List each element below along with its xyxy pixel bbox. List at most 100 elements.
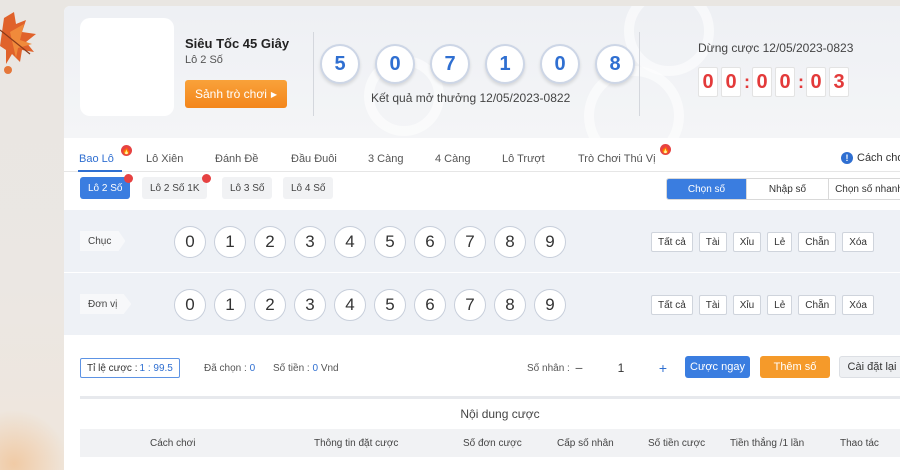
tab-danh-de[interactable]: Đánh Đề: [215, 153, 258, 165]
tab-dau-duoi[interactable]: Đầu Đuôi: [291, 153, 337, 165]
select-odd-button[interactable]: Lẻ: [767, 232, 793, 252]
select-even-button[interactable]: Chẵn: [798, 232, 837, 252]
lobby-button[interactable]: Sảnh trò chơi ▶: [185, 80, 287, 108]
number-ball[interactable]: 8: [494, 226, 526, 258]
number-ball[interactable]: 1: [214, 289, 246, 321]
select-odd-button[interactable]: Lẻ: [767, 295, 793, 315]
column-header: Cấp số nhân: [557, 438, 614, 449]
clear-button[interactable]: Xóa: [842, 295, 874, 315]
number-ball[interactable]: 5: [374, 289, 406, 321]
tab-bao-lo[interactable]: Bao Lô: [79, 153, 114, 165]
select-small-button[interactable]: Xỉu: [732, 295, 762, 315]
how-to-play-label: Cách chơi: [857, 152, 900, 164]
hot-icon: [202, 174, 211, 183]
multiplier-label: Số nhân :: [527, 363, 570, 374]
game-logo: [80, 18, 174, 116]
selected-value: 0: [249, 363, 256, 374]
tab-lo-truot[interactable]: Lô Trượt: [502, 153, 545, 165]
subtab-lo-2-so[interactable]: Lô 2 Số: [80, 177, 131, 199]
countdown-digit: 0: [806, 67, 826, 97]
countdown-digit: 0: [721, 67, 741, 97]
active-tab-indicator: [78, 170, 122, 172]
subtab-lo-4-so[interactable]: Lô 4 Số: [283, 177, 334, 199]
number-ball[interactable]: 7: [454, 289, 486, 321]
number-ball[interactable]: 6: [414, 289, 446, 321]
countdown-timer: 0 0 : 0 0 : 0 3: [698, 67, 849, 97]
subtab-lo-3-so[interactable]: Lô 3 Số: [222, 177, 273, 199]
odds-label: Tỉ lệ cược :: [87, 362, 138, 374]
main-tabs: Bao Lô 🔥 Lô Xiên Đánh Đề Đầu Đuôi 3 Càng…: [64, 138, 900, 172]
number-ball[interactable]: 5: [374, 226, 406, 258]
add-number-button[interactable]: Thêm số: [760, 356, 830, 378]
number-ball[interactable]: 9: [534, 289, 566, 321]
countdown-separator: :: [744, 71, 750, 92]
row-label: Đơn vị: [80, 294, 132, 314]
game-subtitle: Lô 2 Số: [185, 54, 223, 66]
number-row-tens: Chục 0 1 2 3 4 5 6 7 8 9 Tất cả Tài Xỉu …: [64, 210, 900, 272]
reset-button[interactable]: Cài đặt lại: [839, 356, 900, 378]
input-mode-group: Chọn số Nhập số Chọn số nhanh: [666, 178, 900, 200]
result-balls: 5 0 7 1 0 8: [320, 44, 635, 84]
game-header: Siêu Tốc 45 Giây Lô 2 Số Sảnh trò chơi ▶…: [64, 6, 900, 138]
column-header: Thông tin đặt cược: [314, 438, 399, 449]
number-row-units: Đơn vị 0 1 2 3 4 5 6 7 8 9 Tất cả Tài Xỉ…: [64, 273, 900, 335]
result-ball: 1: [485, 44, 525, 84]
number-ball[interactable]: 3: [294, 289, 326, 321]
quick-select-buttons: Tất cả Tài Xỉu Lẻ Chẵn Xóa: [651, 232, 874, 252]
selected-count: Đã chọn : 0: [204, 363, 255, 374]
autumn-leaf-decoration: [0, 12, 36, 74]
number-ball[interactable]: 0: [174, 226, 206, 258]
number-ball[interactable]: 2: [254, 226, 286, 258]
tab-tro-choi-thu-vi[interactable]: Trò Chơi Thú Vị: [578, 153, 656, 165]
mode-enter-number[interactable]: Nhập số: [747, 179, 829, 199]
select-small-button[interactable]: Xỉu: [732, 232, 762, 252]
number-ball[interactable]: 1: [214, 226, 246, 258]
bet-now-button[interactable]: Cược ngay: [685, 356, 750, 378]
table-title: Nội dung cược: [80, 399, 900, 429]
countdown-digit: 3: [829, 67, 849, 97]
bet-content-table: Nội dung cược Cách chơi Thông tin đặt cư…: [80, 396, 900, 470]
mode-quick-pick[interactable]: Chọn số nhanh: [829, 179, 900, 199]
tab-4-cang[interactable]: 4 Càng: [435, 153, 470, 165]
info-icon: !: [841, 152, 853, 164]
column-header: Số tiền cược: [648, 438, 706, 449]
subtab-lo-2-so-1k[interactable]: Lô 2 Số 1K: [142, 177, 208, 199]
mode-choose-number[interactable]: Chọn số: [667, 179, 747, 199]
table-header: Cách chơi Thông tin đặt cược Số đơn cược…: [80, 429, 900, 457]
select-big-button[interactable]: Tài: [698, 295, 727, 315]
number-ball[interactable]: 7: [454, 226, 486, 258]
tab-lo-xien[interactable]: Lô Xiên: [146, 153, 183, 165]
column-header: Tiền thắng /1 lần: [730, 438, 805, 449]
select-all-button[interactable]: Tất cả: [651, 232, 693, 252]
number-ball[interactable]: 4: [334, 289, 366, 321]
tab-3-cang[interactable]: 3 Càng: [368, 153, 403, 165]
multiplier-input[interactable]: 1: [589, 361, 653, 375]
select-all-button[interactable]: Tất cả: [651, 295, 693, 315]
number-ball[interactable]: 0: [174, 289, 206, 321]
number-ball[interactable]: 6: [414, 226, 446, 258]
select-even-button[interactable]: Chẵn: [798, 295, 837, 315]
hot-icon: 🔥: [121, 145, 132, 156]
hot-icon: [124, 174, 133, 183]
countdown-separator: :: [798, 71, 804, 92]
column-header: Cách chơi: [150, 438, 196, 449]
row-label: Chục: [80, 231, 126, 251]
number-ball[interactable]: 9: [534, 226, 566, 258]
flower-decoration: [0, 410, 70, 470]
bet-amount: Số tiền : 0 Vnd: [273, 363, 339, 374]
number-ball[interactable]: 4: [334, 226, 366, 258]
increment-button[interactable]: +: [653, 360, 673, 376]
number-ball[interactable]: 2: [254, 289, 286, 321]
result-text: Kết quả mở thưởng 12/05/2023-0822: [371, 91, 571, 105]
countdown-digit: 0: [775, 67, 795, 97]
selected-label: Đã chọn :: [204, 363, 247, 374]
how-to-play-link[interactable]: ! Cách chơi: [841, 152, 900, 164]
number-ball[interactable]: 3: [294, 226, 326, 258]
countdown-digit: 0: [752, 67, 772, 97]
decrement-button[interactable]: −: [569, 360, 589, 376]
number-ball[interactable]: 8: [494, 289, 526, 321]
clear-button[interactable]: Xóa: [842, 232, 874, 252]
amount-label: Số tiền :: [273, 363, 310, 374]
select-big-button[interactable]: Tài: [698, 232, 727, 252]
result-ball: 0: [540, 44, 580, 84]
